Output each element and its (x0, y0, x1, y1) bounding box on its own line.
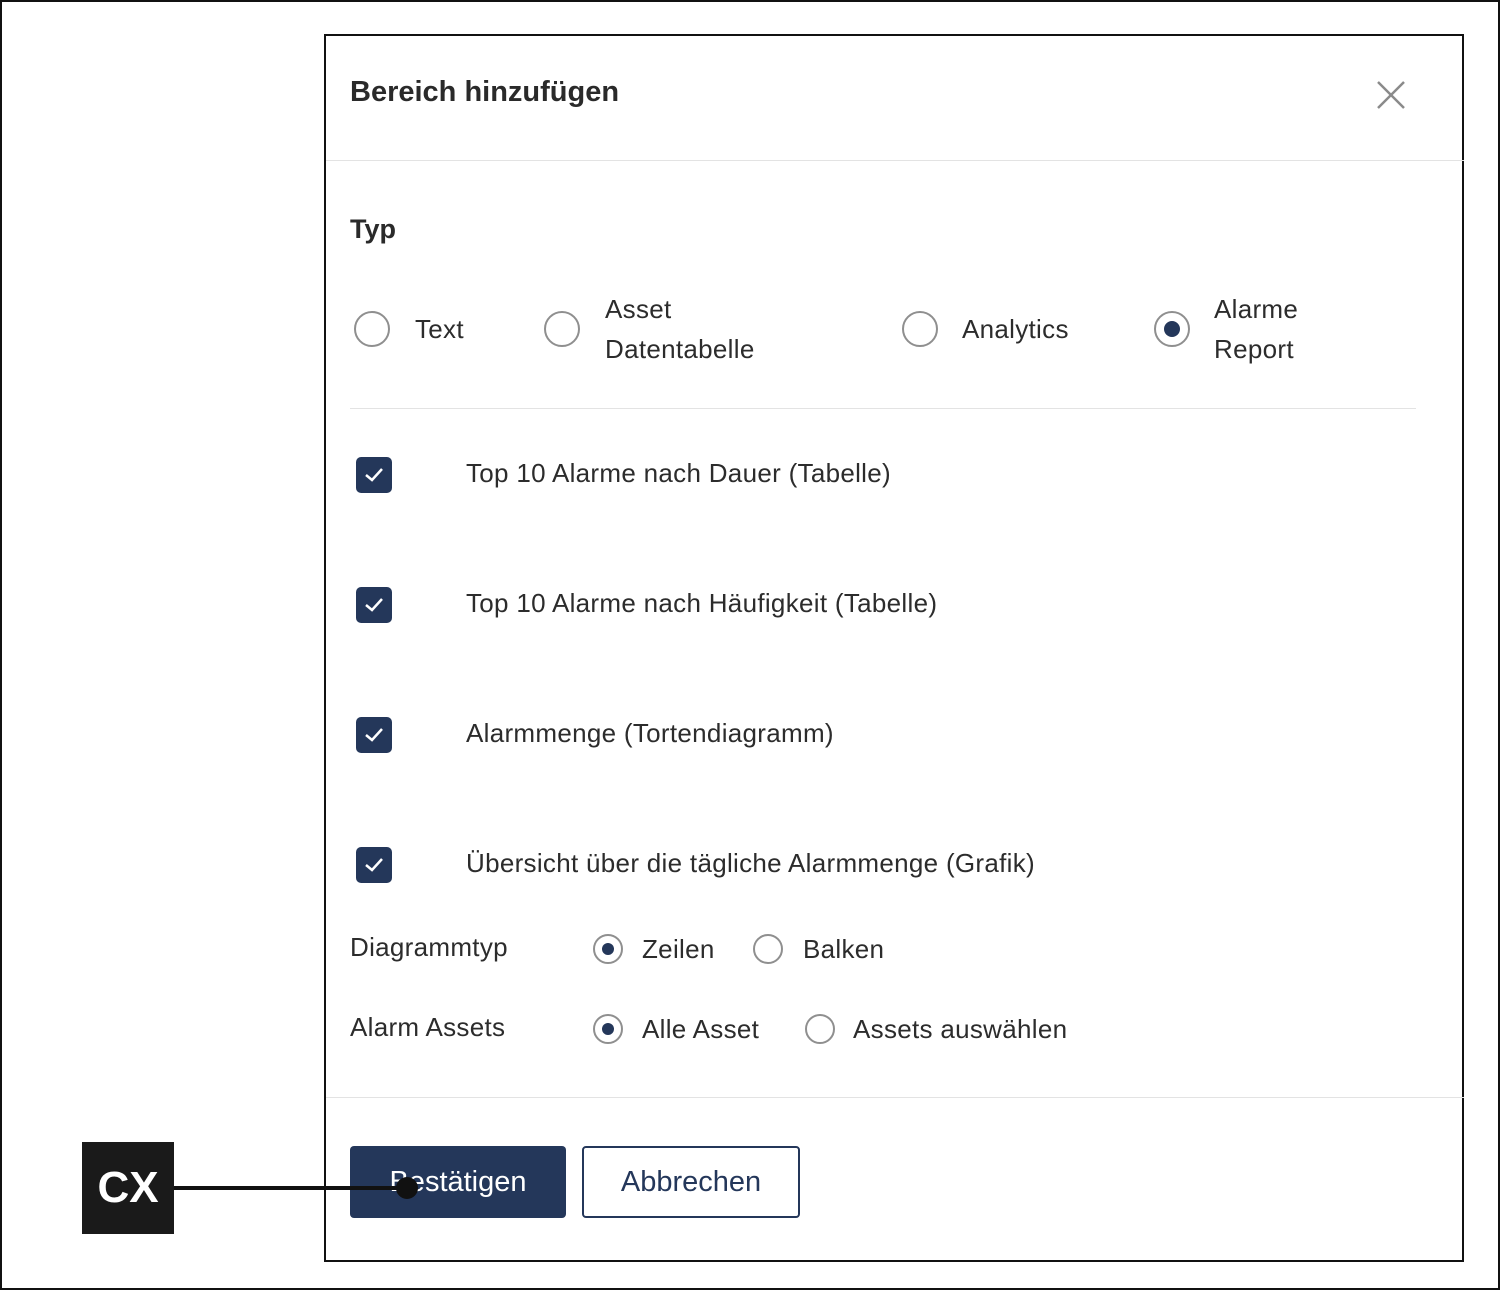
alarm-assets-radio-alle[interactable] (593, 1014, 623, 1044)
header-divider (326, 160, 1464, 161)
alarm-assets-radio-auswaehlen[interactable] (805, 1014, 835, 1044)
checkmark-icon (365, 468, 383, 482)
checkbox-label-alarmmenge: Alarmmenge (Tortendiagramm) (466, 718, 834, 748)
alarm-assets-label-alle: Alle Asset (642, 1014, 760, 1044)
alarm-assets-label: Alarm Assets (350, 1012, 506, 1042)
chart-type-radio-zeilen[interactable] (593, 934, 623, 964)
type-radio-analytics[interactable] (902, 311, 938, 347)
type-label-text: Text (415, 314, 464, 344)
checkmark-icon (365, 858, 383, 872)
type-radio-alarme-report[interactable] (1154, 311, 1190, 347)
callout-dot (396, 1177, 418, 1199)
checkbox-alarmmenge[interactable] (356, 717, 392, 753)
confirm-button[interactable]: Bestätigen (350, 1146, 566, 1218)
type-radio-asset-datentabelle[interactable] (544, 311, 580, 347)
alarm-assets-label-auswaehlen: Assets auswählen (853, 1014, 1068, 1044)
checkbox-taegliche-alarmmenge[interactable] (356, 847, 392, 883)
checkbox-label-top10-haeufigkeit: Top 10 Alarme nach Häufigkeit (Tabelle) (466, 588, 938, 618)
type-label-asset-datentabelle: Asset Datentabelle (605, 294, 755, 364)
chart-type-radio-balken[interactable] (753, 934, 783, 964)
type-divider (350, 408, 1416, 409)
type-radio-text[interactable] (354, 311, 390, 347)
chart-type-label: Diagrammtyp (350, 932, 508, 962)
checkbox-label-taegliche-alarmmenge: Übersicht über die tägliche Alarmmenge (… (466, 848, 1035, 878)
checkbox-top10-dauer[interactable] (356, 457, 392, 493)
callout-line (174, 1186, 406, 1190)
footer-divider (326, 1097, 1464, 1098)
dialog-title: Bereich hinzufügen (350, 76, 620, 108)
add-section-dialog: Bereich hinzufügen Typ Text Asset Datent… (324, 34, 1464, 1262)
checkbox-label-top10-dauer: Top 10 Alarme nach Dauer (Tabelle) (466, 458, 891, 488)
type-label-alarme-report: Alarme Report (1214, 294, 1299, 364)
close-icon (1374, 78, 1408, 112)
checkmark-icon (365, 728, 383, 742)
chart-type-label-zeilen: Zeilen (642, 934, 715, 964)
cancel-button[interactable]: Abbrechen (582, 1146, 800, 1218)
checkmark-icon (365, 598, 383, 612)
checkbox-top10-haeufigkeit[interactable] (356, 587, 392, 623)
type-section-label: Typ (350, 214, 396, 244)
type-label-analytics: Analytics (962, 314, 1069, 344)
callout-label: CX (82, 1142, 174, 1234)
close-button[interactable] (1374, 78, 1408, 112)
chart-type-label-balken: Balken (803, 934, 885, 964)
